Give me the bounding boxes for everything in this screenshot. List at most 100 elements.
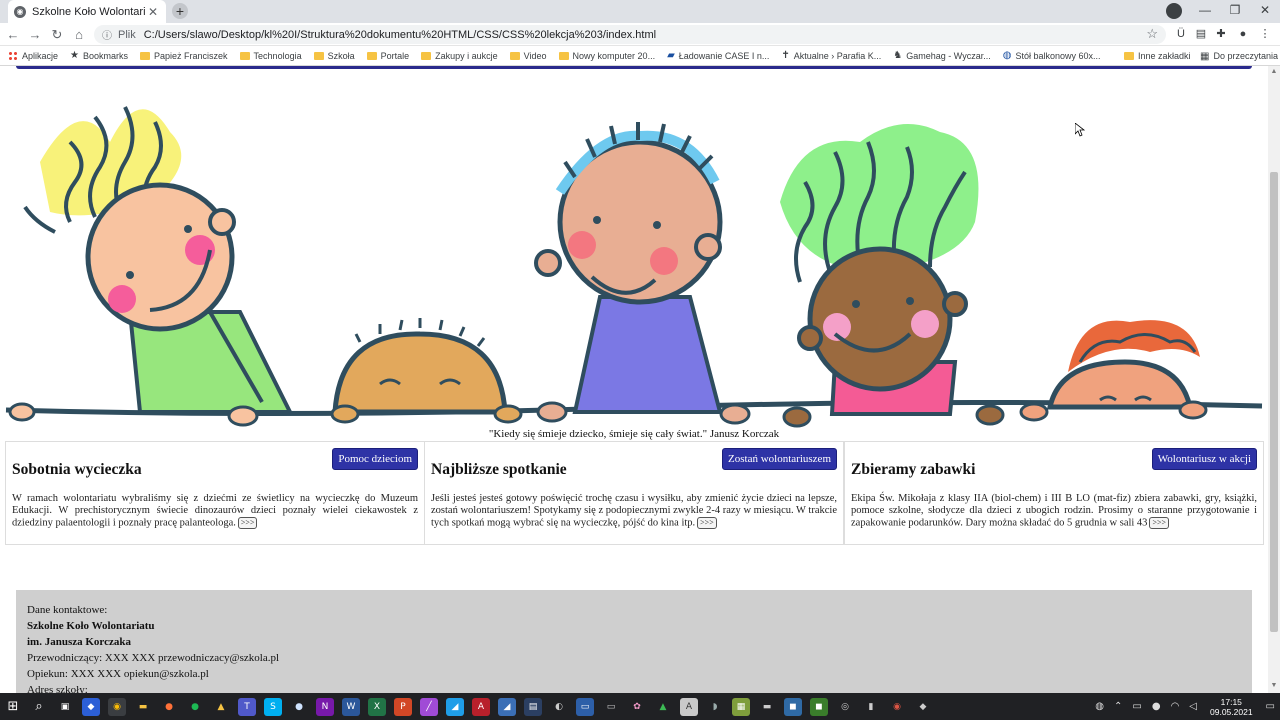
bookmark-apps[interactable]: Aplikacje <box>8 50 58 61</box>
app-icon[interactable]: ◎ <box>836 698 854 716</box>
bookmark-site[interactable]: ▰ Ładowanie CASE I n... <box>667 50 769 61</box>
system-tray: ◍ ⌃ ▭ ● ◠ ◁ 17:15 09.05.2021 ▭ <box>1090 693 1280 720</box>
word-icon[interactable]: W <box>342 697 360 716</box>
bookmark-folder[interactable]: Nowy komputer 20... <box>558 51 655 61</box>
firefox-icon[interactable]: ● <box>160 698 178 716</box>
bookmark-star-icon[interactable]: ☆ <box>1146 26 1158 42</box>
tab-active[interactable]: ◉ Szkolne Koło Wolontariatu ✕ <box>8 0 166 23</box>
scrollbar-thumb[interactable] <box>1270 172 1278 632</box>
bookmark-folder[interactable]: Portale <box>366 51 409 61</box>
minimize-button[interactable]: — <box>1190 0 1220 23</box>
reading-list[interactable]: ▦ Do przeczytania <box>1200 46 1278 66</box>
url-text[interactable]: C:/Users/slawo/Desktop/kl%20I/Struktura%… <box>144 29 656 41</box>
search-icon[interactable]: ⌕ <box>30 698 48 716</box>
app-icon[interactable]: ▭ <box>602 698 620 716</box>
excel-icon[interactable]: X <box>368 697 386 716</box>
network-icon[interactable]: ▭ <box>1132 701 1141 712</box>
read-more-button[interactable]: >>> <box>1149 517 1169 529</box>
task-view-icon[interactable]: ▣ <box>56 698 74 716</box>
start-button[interactable]: ⊞ <box>4 698 22 716</box>
app-icon[interactable]: ◼ <box>784 697 802 716</box>
address-bar[interactable]: ⓘ Plik C:/Users/slawo/Desktop/kl%20I/Str… <box>94 25 1166 44</box>
skype-icon[interactable]: S <box>264 697 282 716</box>
bookmark-folder[interactable]: Technologia <box>239 51 302 61</box>
app-icon[interactable]: ◼ <box>810 697 828 716</box>
app-icon[interactable]: ◗ <box>706 698 724 716</box>
spotify-icon[interactable]: ● <box>186 698 204 716</box>
back-button[interactable]: ← <box>4 26 22 44</box>
bookmark-site[interactable]: ◍ Stół balkonowy 60x... <box>1003 50 1101 61</box>
discord-icon[interactable]: ◐ <box>550 698 568 716</box>
app-icon[interactable]: ◉ <box>888 698 906 716</box>
volume-icon[interactable]: ◁ <box>1189 701 1197 712</box>
page-scrollbar[interactable]: ▲ ▼ <box>1268 66 1280 693</box>
bookmark-label: Szkoła <box>327 50 355 61</box>
bookmark-site[interactable]: ✝ Aktualne › Parafia K... <box>781 50 881 61</box>
close-window-button[interactable]: ✕ <box>1250 0 1280 23</box>
card-body: Ekipa Św. Mikołaja z klasy IIA (biol-che… <box>851 493 1257 529</box>
scroll-up-icon[interactable]: ▲ <box>1268 68 1280 75</box>
powerpoint-icon[interactable]: P <box>394 697 412 716</box>
info-icon[interactable]: ⓘ <box>102 27 112 42</box>
tab-close-icon[interactable]: ✕ <box>146 5 160 19</box>
app-icon[interactable]: ✿ <box>628 698 646 716</box>
app-icon[interactable]: ● <box>290 698 308 716</box>
home-button[interactable]: ⌂ <box>70 26 88 44</box>
app-icon[interactable]: ▭ <box>576 697 594 716</box>
menu-icon[interactable]: ⋮ <box>1258 27 1272 41</box>
puzzle-icon[interactable]: ✚ <box>1214 27 1228 41</box>
read-more-button[interactable]: >>> <box>697 517 717 529</box>
become-volunteer-button[interactable]: Zostań wolontariuszem <box>722 448 837 470</box>
bookmark-label: Do przeczytania <box>1213 51 1278 61</box>
notifications-icon[interactable]: ▭ <box>1266 701 1275 712</box>
volunteer-in-action-button[interactable]: Wolontariusz w akcji <box>1151 448 1257 470</box>
profile-avatar-icon[interactable]: ● <box>1236 27 1250 41</box>
scroll-down-icon[interactable]: ▼ <box>1268 682 1280 689</box>
app-icon[interactable]: ◢ <box>446 697 464 716</box>
help-children-button[interactable]: Pomoc dzieciom <box>332 448 418 470</box>
app-tray-icon[interactable]: ◍ <box>1095 701 1104 712</box>
extension-icon[interactable]: Ü <box>1174 27 1188 41</box>
wifi-icon[interactable]: ◠ <box>1171 701 1180 712</box>
app-icon[interactable]: ▲ <box>654 698 672 716</box>
maximize-button[interactable]: ❐ <box>1220 0 1250 23</box>
forward-button[interactable]: → <box>26 26 44 44</box>
chrome-icon[interactable]: ◉ <box>108 697 126 716</box>
app-icon[interactable]: ▮ <box>862 698 880 716</box>
bookmark-folder[interactable]: Video <box>509 51 547 61</box>
file-explorer-icon[interactable]: ▬ <box>134 698 152 716</box>
folder-icon <box>558 51 569 60</box>
read-more-button[interactable]: >>> <box>237 517 258 529</box>
teams-icon[interactable]: T <box>238 697 256 716</box>
child-peeking-red <box>1019 320 1208 422</box>
app-icon[interactable]: A <box>680 697 698 716</box>
child-yellow-hair <box>8 106 294 427</box>
app-icon[interactable]: ╱ <box>420 697 438 716</box>
app-icon[interactable]: ▬ <box>758 698 776 716</box>
app-icon[interactable]: ▦ <box>732 697 750 716</box>
bookmark-site[interactable]: ♞ Gamehag - Wyczar... <box>893 50 990 61</box>
site-icon: ▰ <box>667 50 675 61</box>
cast-icon[interactable]: ▤ <box>1194 27 1208 41</box>
microphone-icon[interactable]: ● <box>1152 701 1161 712</box>
access-icon[interactable]: A <box>472 697 490 716</box>
tab-search-icon[interactable] <box>1166 3 1182 19</box>
chevron-up-icon[interactable]: ⌃ <box>1114 701 1122 712</box>
reload-button[interactable]: ↻ <box>48 26 66 44</box>
onenote-icon[interactable]: N <box>316 697 334 716</box>
bookmark-bookmarks[interactable]: ★ Bookmarks <box>70 50 128 61</box>
nav-bar-edge <box>16 66 1252 69</box>
other-bookmarks[interactable]: Inne zakładki <box>1124 46 1191 66</box>
app-icon[interactable]: ▤ <box>524 697 542 716</box>
app-icon[interactable]: ◆ <box>914 698 932 716</box>
bookmark-folder[interactable]: Szkoła <box>313 50 355 61</box>
new-tab-button[interactable]: + <box>172 3 188 19</box>
cheek <box>185 235 215 265</box>
app-icon[interactable]: ▲ <box>212 698 230 716</box>
system-clock[interactable]: 17:15 09.05.2021 <box>1210 697 1253 717</box>
app-icon[interactable]: ◆ <box>82 697 100 716</box>
app-icon[interactable]: ◢ <box>498 697 516 716</box>
contact-footer: Dane kontaktowe: Szkolne Koło Wolontaria… <box>16 590 1252 693</box>
bookmark-folder[interactable]: Papież Franciszek <box>140 51 228 61</box>
bookmark-folder[interactable]: Zakupy i aukcje <box>421 51 498 61</box>
